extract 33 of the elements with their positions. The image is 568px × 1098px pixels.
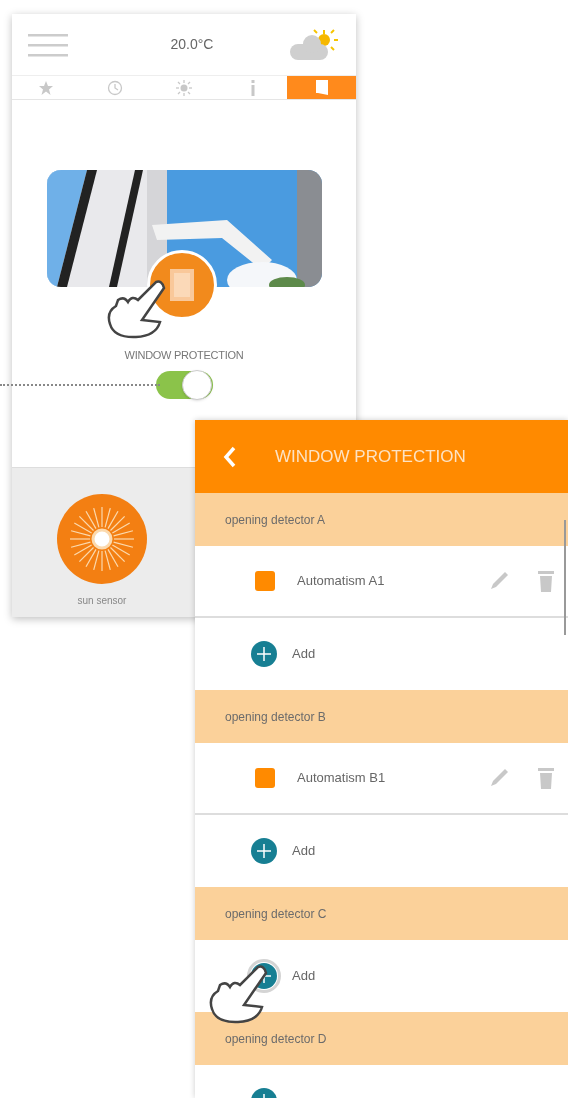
section-header: opening detector C xyxy=(195,887,568,940)
section-header: opening detector D xyxy=(195,1012,568,1065)
menu-icon[interactable] xyxy=(28,31,68,58)
back-icon[interactable] xyxy=(223,445,237,468)
add-link[interactable]: Add xyxy=(292,841,316,861)
partly-cloudy-icon xyxy=(288,27,340,62)
automatism-name[interactable]: Automatism A1 xyxy=(297,571,488,591)
clock-icon xyxy=(107,79,124,96)
window-icon xyxy=(168,267,196,303)
section-header: opening detector B xyxy=(195,690,568,743)
info-icon xyxy=(249,79,256,96)
trash-icon[interactable] xyxy=(538,569,554,593)
square-icon xyxy=(255,768,275,788)
temperature-text: 20.0°C xyxy=(170,35,214,54)
toggle-switch[interactable] xyxy=(155,370,213,399)
pencil-icon[interactable] xyxy=(488,570,510,592)
window-icon xyxy=(314,79,329,96)
trash-icon[interactable] xyxy=(538,766,554,790)
add-icon[interactable] xyxy=(250,837,278,865)
tab[interactable] xyxy=(287,76,356,99)
square-icon xyxy=(255,571,275,591)
section-header: opening detector A xyxy=(195,493,568,546)
add-icon[interactable] xyxy=(250,640,278,668)
star-icon xyxy=(38,79,55,96)
feature-label: WINDOW PROTECTION xyxy=(124,348,244,363)
sun-sensor-icon[interactable] xyxy=(56,493,148,585)
automatism-name[interactable]: Automatism B1 xyxy=(297,768,488,788)
pencil-icon[interactable] xyxy=(488,767,510,789)
screen-title: WINDOW PROTECTION xyxy=(275,445,466,468)
sun-icon xyxy=(176,79,192,96)
add-link[interactable]: Add xyxy=(292,644,316,664)
add-link[interactable]: Add xyxy=(292,966,316,986)
device-label: sun sensor xyxy=(77,594,127,608)
